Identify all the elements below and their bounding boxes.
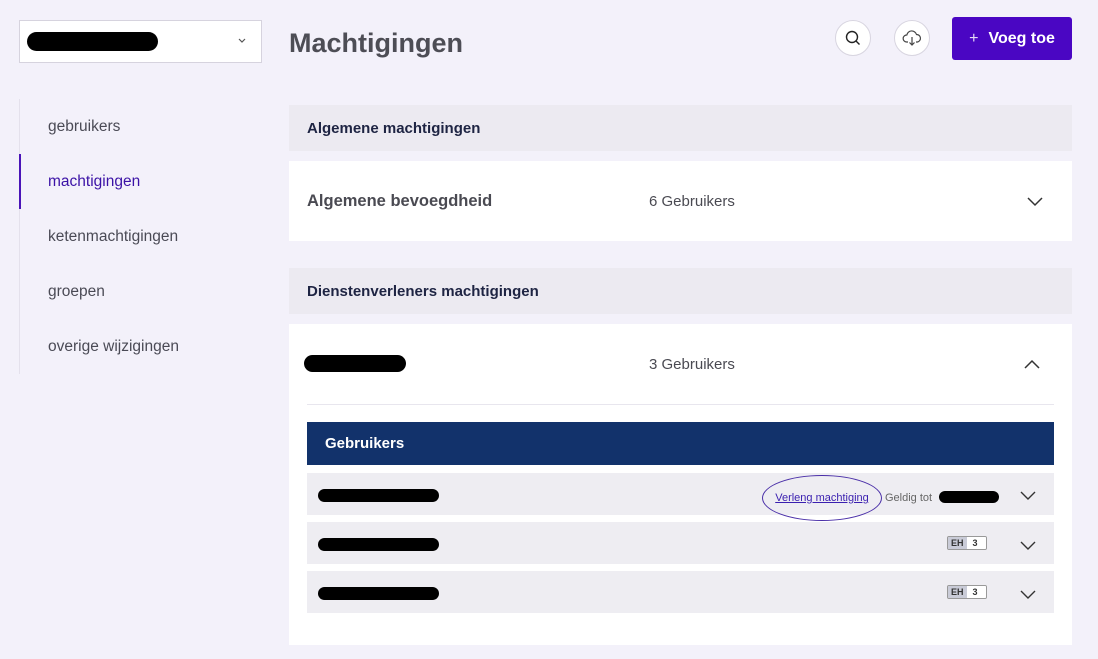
sidebar-item-machtigingen[interactable]: machtigingen	[19, 154, 259, 209]
sidebar-item-groepen[interactable]: groepen	[19, 264, 259, 319]
page-title: Machtigingen	[289, 28, 463, 58]
badge-count: 3	[966, 537, 986, 549]
valid-until-label: Geldig tot	[885, 492, 933, 504]
badge-code: EH	[948, 537, 967, 549]
search-button[interactable]	[835, 20, 871, 56]
badge-count: 3	[966, 586, 986, 598]
cloud-download-icon	[902, 30, 922, 46]
chevron-down-icon	[238, 38, 246, 43]
redacted-user-name	[318, 587, 439, 600]
table-row[interactable]: EH 3	[307, 522, 1054, 564]
general-permissions-heading: Algemene machtigingen	[289, 105, 1072, 151]
providers-permissions-heading: Dienstenverleners machtigingen	[289, 268, 1072, 314]
redacted-provider-name	[304, 355, 406, 372]
download-button[interactable]	[894, 20, 930, 56]
redacted-valid-date	[939, 491, 999, 503]
general-authority-row[interactable]: Algemene bevoegdheid 6 Gebruikers	[289, 161, 1072, 241]
card-title: Algemene bevoegdheid	[307, 191, 493, 210]
chevron-up-icon[interactable]	[1023, 355, 1041, 373]
redacted-user-name	[318, 489, 439, 502]
table-row[interactable]: Verleng machtiging Geldig tot	[307, 473, 1054, 521]
provider-card: 3 Gebruikers Gebruikers Verleng machtigi…	[289, 324, 1072, 645]
divider	[307, 404, 1054, 405]
redacted-organization-name	[27, 32, 158, 51]
user-count: 6 Gebruikers	[649, 192, 735, 210]
chevron-down-icon[interactable]	[1026, 192, 1044, 210]
redacted-user-name	[318, 538, 439, 551]
renew-permission-link[interactable]: Verleng machtiging	[762, 475, 882, 521]
plus-icon: +	[969, 29, 979, 47]
add-button[interactable]: + Voeg toe	[952, 17, 1072, 60]
chevron-down-icon[interactable]	[1020, 538, 1036, 552]
users-heading: Gebruikers	[307, 422, 1054, 465]
sidebar-item-overige-wijzigingen[interactable]: overige wijzigingen	[19, 319, 259, 374]
user-count: 3 Gebruikers	[649, 355, 735, 373]
general-authority-card: Algemene bevoegdheid 6 Gebruikers	[289, 161, 1072, 241]
sidebar-item-ketenmachtigingen[interactable]: ketenmachtigingen	[19, 209, 259, 264]
add-button-label: Voeg toe	[988, 29, 1055, 47]
organization-select[interactable]	[19, 20, 262, 63]
provider-row[interactable]: 3 Gebruikers	[289, 324, 1072, 404]
search-icon	[845, 30, 860, 45]
role-badge: EH 3	[947, 536, 987, 550]
sidebar-item-gebruikers[interactable]: gebruikers	[19, 99, 259, 154]
role-badge: EH 3	[947, 585, 987, 599]
table-row[interactable]: EH 3	[307, 571, 1054, 613]
badge-code: EH	[948, 586, 967, 598]
chevron-down-icon[interactable]	[1020, 587, 1036, 601]
chevron-down-icon[interactable]	[1020, 488, 1036, 502]
sidebar: gebruikers machtigingen ketenmachtiginge…	[19, 99, 259, 374]
